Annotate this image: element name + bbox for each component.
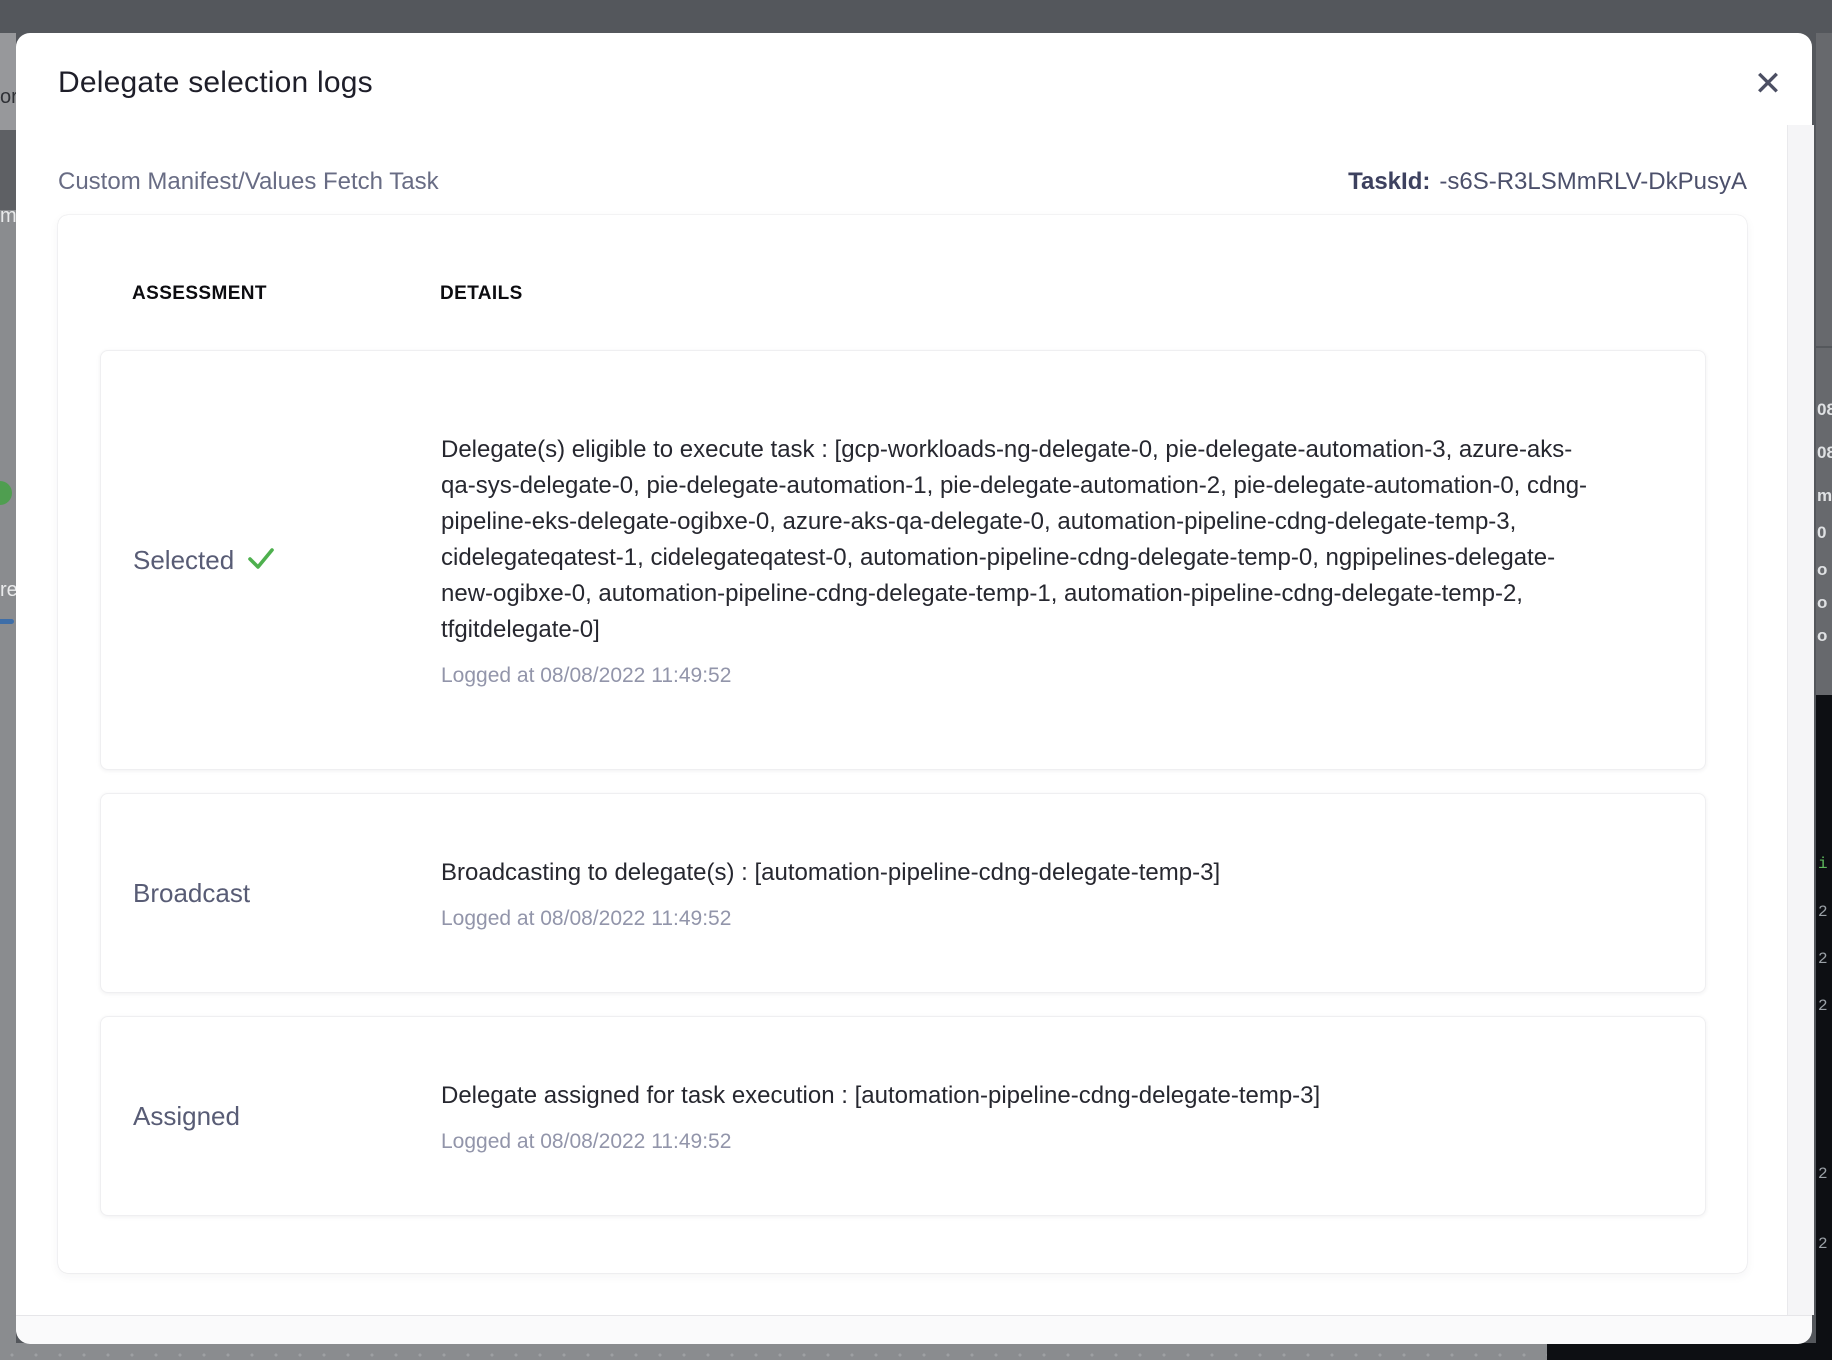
page-backdrop-right: 08 08 m 0 o o o i 2 2 2 2 2: [1816, 33, 1832, 1343]
logged-at-timestamp: Logged at 08/08/2022 11:49:52: [441, 907, 1591, 931]
pipeline-node-fragment: [0, 481, 12, 505]
background-fragment: m: [0, 205, 16, 228]
console-text-fragment: 2: [1818, 903, 1828, 921]
modal-footer: [16, 1315, 1812, 1344]
assessment-label: Assigned: [133, 1101, 240, 1132]
table-row: Broadcast Broadcasting to delegate(s) : …: [100, 793, 1706, 993]
console-text-fragment: 2: [1818, 1235, 1828, 1253]
background-fragment: o: [1817, 626, 1827, 646]
backdrop-band: [0, 130, 16, 210]
details-text: Delegate(s) eligible to execute task : […: [441, 432, 1591, 648]
backdrop-band: [0, 33, 16, 130]
details-text: Broadcasting to delegate(s) : [automatio…: [441, 855, 1591, 891]
details-cell: Delegate(s) eligible to execute task : […: [441, 432, 1591, 688]
details-text: Delegate assigned for task execution : […: [441, 1078, 1591, 1114]
table-row: Assigned Delegate assigned for task exec…: [100, 1016, 1706, 1216]
backdrop-divider: [1816, 346, 1832, 348]
close-button[interactable]: ✕: [1746, 62, 1790, 106]
details-cell: Delegate assigned for task execution : […: [441, 1078, 1591, 1154]
pipeline-edge-fragment: [0, 619, 14, 624]
console-text-fragment: 2: [1818, 950, 1828, 968]
details-cell: Broadcasting to delegate(s) : [automatio…: [441, 855, 1591, 931]
table-header-row: ASSESSMENT DETAILS: [58, 283, 1747, 321]
delegate-log-table: ASSESSMENT DETAILS Selected Delegate(s) …: [58, 215, 1747, 1273]
background-fragment: or: [0, 86, 16, 109]
background-fragment: re: [0, 579, 16, 602]
console-panel-fragment: [1547, 1343, 1832, 1360]
assessment-cell: Assigned: [101, 1101, 441, 1132]
page-title: Delegate selection logs: [58, 66, 373, 100]
task-id-value: -s6S-R3LSMmRLV-DkPusyA: [1439, 168, 1747, 195]
page-backdrop-left: or m re: [0, 33, 16, 1343]
background-fragment: 08: [1817, 400, 1832, 420]
scrollbar[interactable]: [1787, 125, 1814, 1315]
logged-at-timestamp: Logged at 08/08/2022 11:49:52: [441, 664, 1591, 688]
assessment-label: Broadcast: [133, 878, 250, 909]
assessment-cell: Broadcast: [101, 878, 441, 909]
background-fragment: o: [1817, 593, 1827, 613]
screen: or m re 08 08 m 0 o o o i 2 2 2 2 2 Dele…: [0, 0, 1832, 1360]
modal-subheader: Custom Manifest/Values Fetch Task TaskId…: [58, 166, 1747, 200]
console-text-fragment: i: [1818, 855, 1828, 873]
check-icon: [246, 544, 276, 579]
assessment-cell: Selected: [101, 542, 441, 579]
background-fragment: 08: [1817, 443, 1832, 463]
background-fragment: 0: [1817, 523, 1826, 543]
column-header-assessment: ASSESSMENT: [132, 283, 267, 305]
page-backdrop-top: [0, 0, 1832, 33]
console-panel-fragment: i 2 2 2 2 2: [1816, 695, 1832, 1343]
assessment-label: Selected: [133, 545, 234, 576]
table-row: Selected Delegate(s) eligible to execute…: [100, 350, 1706, 770]
background-fragment: o: [1817, 560, 1827, 580]
console-text-fragment: 2: [1818, 997, 1828, 1015]
column-header-details: DETAILS: [440, 283, 523, 305]
task-id: TaskId: -s6S-R3LSMmRLV-DkPusyA: [1348, 168, 1747, 196]
page-backdrop-bottom: [0, 1343, 1832, 1360]
task-name-label: Custom Manifest/Values Fetch Task: [58, 168, 439, 196]
delegate-selection-logs-modal: Delegate selection logs ✕ Custom Manifes…: [16, 33, 1812, 1343]
background-fragment: m: [1817, 486, 1832, 506]
console-text-fragment: 2: [1818, 1165, 1828, 1183]
task-id-label: TaskId:: [1348, 168, 1430, 195]
logged-at-timestamp: Logged at 08/08/2022 11:49:52: [441, 1130, 1591, 1154]
